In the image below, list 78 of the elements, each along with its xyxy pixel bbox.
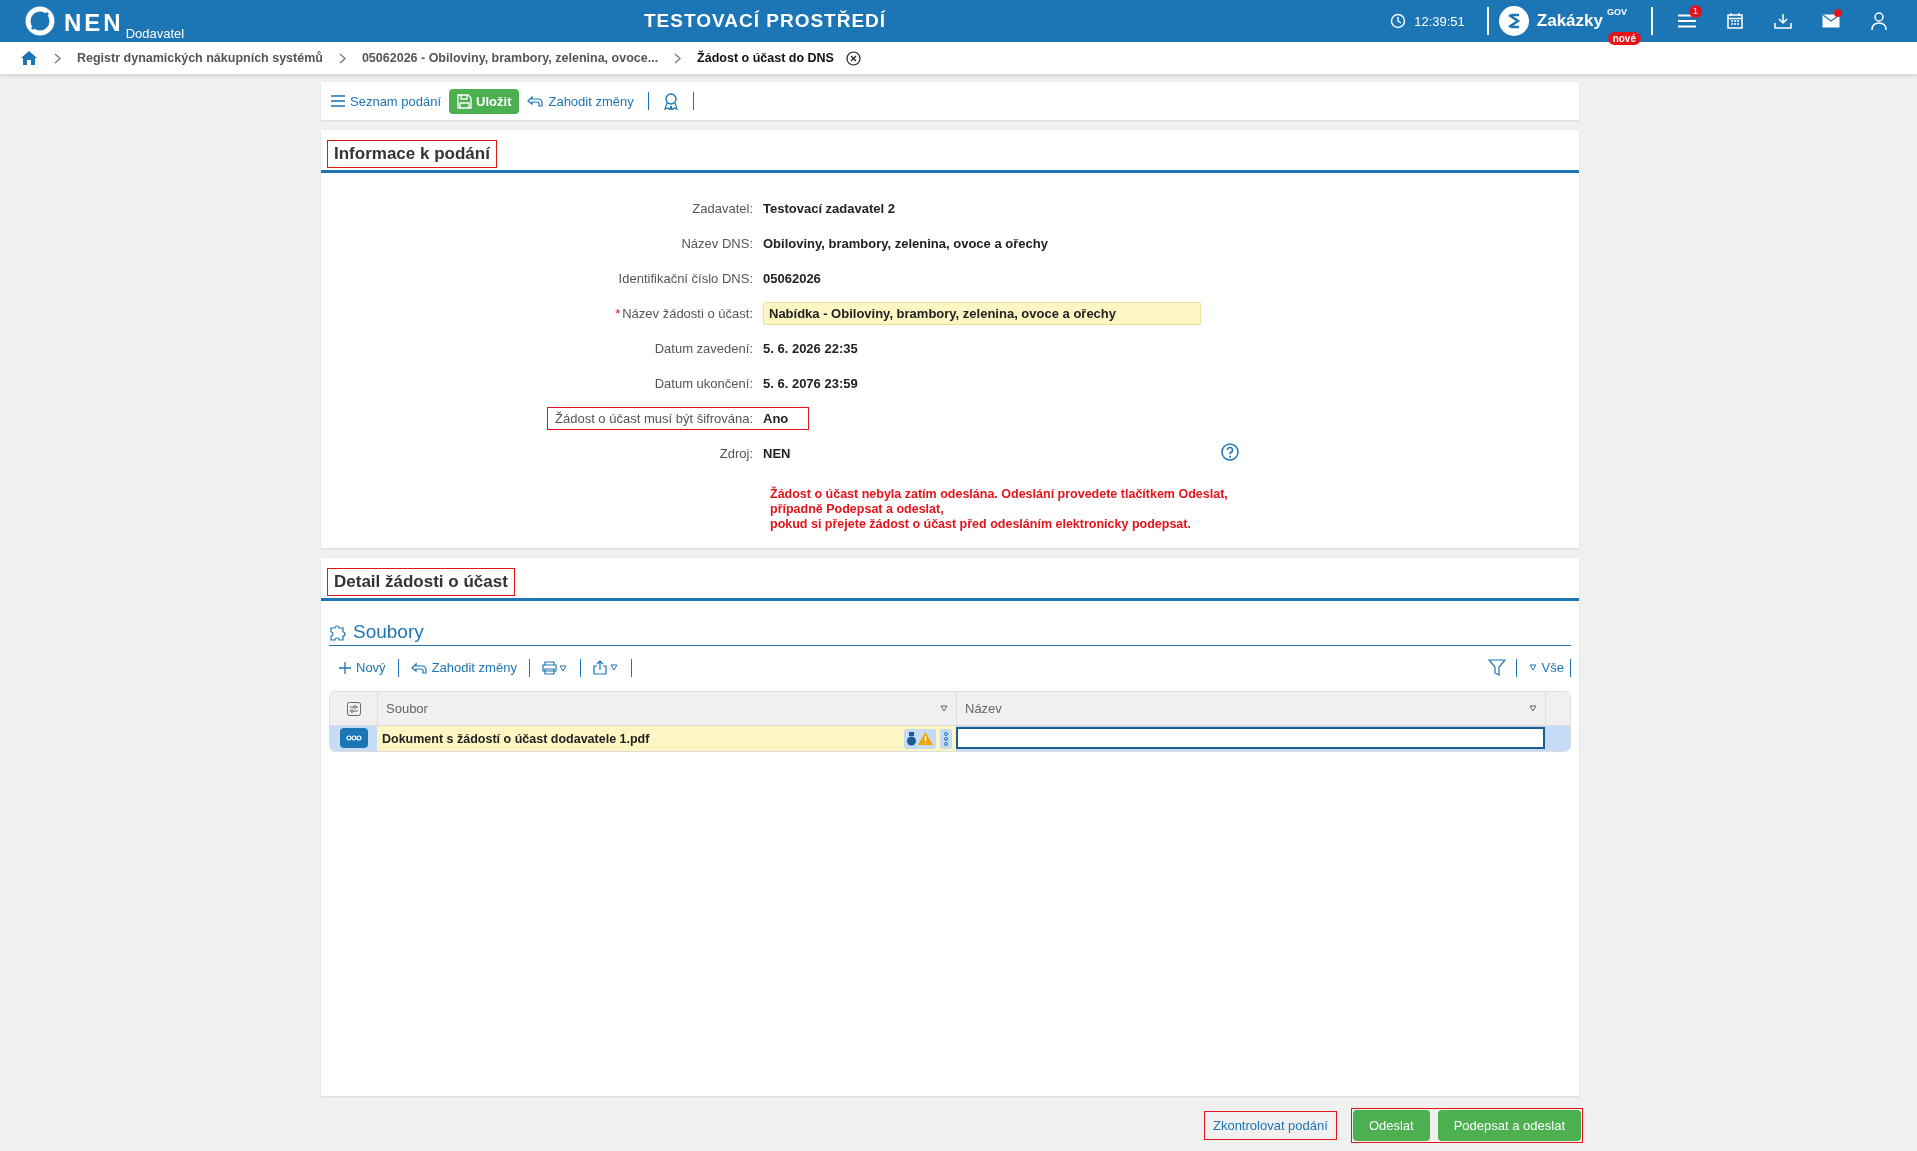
brand-logo-icon (1498, 6, 1529, 36)
check-submission-link[interactable]: Zkontrolovat podání (1203, 1111, 1337, 1140)
field-label: Datum ukončení: (653, 375, 754, 393)
environment-title: TESTOVACÍ PROSTŘEDÍ (644, 10, 888, 32)
chevron-icon (338, 52, 346, 64)
field-value: Testovací zadavatel 2 (763, 201, 895, 216)
printer-icon (541, 660, 568, 675)
puzzle-icon (329, 623, 347, 641)
notification-badge: 1 (1689, 5, 1702, 18)
ellipsis-icon (345, 735, 362, 741)
section-title: Informace k podání (327, 140, 497, 168)
envelope-icon (1822, 14, 1840, 28)
undo-arrow-icon (527, 95, 544, 107)
row-actions-button[interactable] (339, 728, 368, 748)
discard-changes-button[interactable]: Zahodit změny (525, 89, 636, 113)
sort-caret-icon (1529, 705, 1537, 712)
required-asterisk: * (615, 306, 621, 321)
input-field[interactable]: Nabídka - Obiloviny, brambory, zelenina, ovoce a ořechy (763, 302, 1201, 325)
award-ribbon-icon (662, 92, 679, 110)
calendar-icon (1727, 13, 1743, 29)
column-header[interactable]: Název (956, 692, 1545, 725)
breadcrumb-link[interactable]: 05062026 - Obiloviny, brambory, zelenina, ovoce... (361, 51, 659, 65)
vertical-dots-icon[interactable] (943, 731, 949, 746)
breadcrumb-link[interactable]: Žádost o účast do DNS (697, 51, 834, 65)
caret-icon (1528, 664, 1537, 671)
breadcrumb-link[interactable]: Registr dynamických nákupních systémů (77, 51, 323, 65)
field-label: Zadavatel: (691, 200, 754, 218)
field-label: Název DNS: (680, 235, 754, 253)
home-icon[interactable] (20, 50, 38, 66)
plus-icon (339, 661, 351, 674)
filter-dropdown[interactable]: Vše (1526, 656, 1566, 679)
menu-icon (331, 95, 345, 107)
name-input-field[interactable] (956, 727, 1545, 749)
medal-icon (907, 731, 916, 746)
column-header[interactable]: Soubor (377, 692, 956, 725)
clock-icon (1390, 13, 1407, 29)
discard-changes-button[interactable]: Zahodit změny (408, 656, 519, 679)
session-time: 12:39:51 (1414, 13, 1465, 29)
submit-button[interactable]: Podepsat a odeslat (1437, 1110, 1581, 1141)
share-icon (592, 660, 619, 675)
new-badge: nové (1607, 32, 1641, 45)
field-label: *Název žádosti o účast: (614, 305, 754, 323)
field-value: Ano (763, 411, 789, 426)
field-value: Obiloviny, brambory, zelenina, ovoce a ořechy (763, 236, 1048, 251)
chevron-icon (674, 52, 682, 64)
sort-caret-icon (940, 705, 948, 712)
logo-subtitle: Dodavatel (125, 27, 185, 41)
brand-superscript: GOV (1607, 7, 1627, 17)
field-value: NEN (763, 446, 791, 461)
help-icon[interactable] (1221, 443, 1239, 461)
close-icon[interactable] (845, 50, 861, 66)
menu-button[interactable]: 1 (1663, 0, 1711, 42)
menu-icon (1678, 14, 1696, 28)
files-title: Soubory (353, 621, 424, 643)
section-title: Detail žádosti o účast (327, 568, 515, 596)
warning-message: Žádost o účast nebyla zatím odeslána. Odeslání provedete tlačítkem Odeslat, případně Podepsat a odeslat, pokud si přejete žádost o účast před odesláním elektronicky podepsat. (770, 487, 1229, 532)
submit-button[interactable]: Odeslat (1352, 1110, 1430, 1141)
table-row[interactable]: Dokument s žádostí o účast dodavatele 1.pdf (330, 726, 1570, 751)
chevron-icon (54, 52, 61, 64)
logo-icon (24, 5, 56, 37)
column-settings-icon[interactable] (346, 701, 361, 716)
logo-text: NEN (64, 9, 124, 37)
table-cell: Dokument s žádostí o účast dodavatele 1.pdf (382, 731, 650, 746)
user-icon (1871, 12, 1887, 30)
field-value: 5. 6. 2076 23:59 (763, 376, 858, 391)
field-value: 05062026 (763, 271, 821, 286)
field-label: Zdroj: (718, 445, 754, 463)
warning-icon (918, 732, 933, 745)
undo-arrow-icon (410, 661, 427, 674)
brand-name[interactable]: Zakázky (1536, 11, 1603, 31)
field-label: Datum zavedení: (653, 340, 754, 358)
save-button[interactable]: Uložit (449, 88, 520, 114)
new-button[interactable]: Nový (337, 656, 388, 679)
field-value: 5. 6. 2026 22:35 (763, 341, 858, 356)
download-tray-icon (1774, 13, 1792, 29)
field-label: Identifikační číslo DNS: (617, 270, 754, 288)
filter-icon[interactable] (1487, 659, 1506, 676)
submissions-list-link[interactable]: Seznam podání (329, 89, 444, 113)
